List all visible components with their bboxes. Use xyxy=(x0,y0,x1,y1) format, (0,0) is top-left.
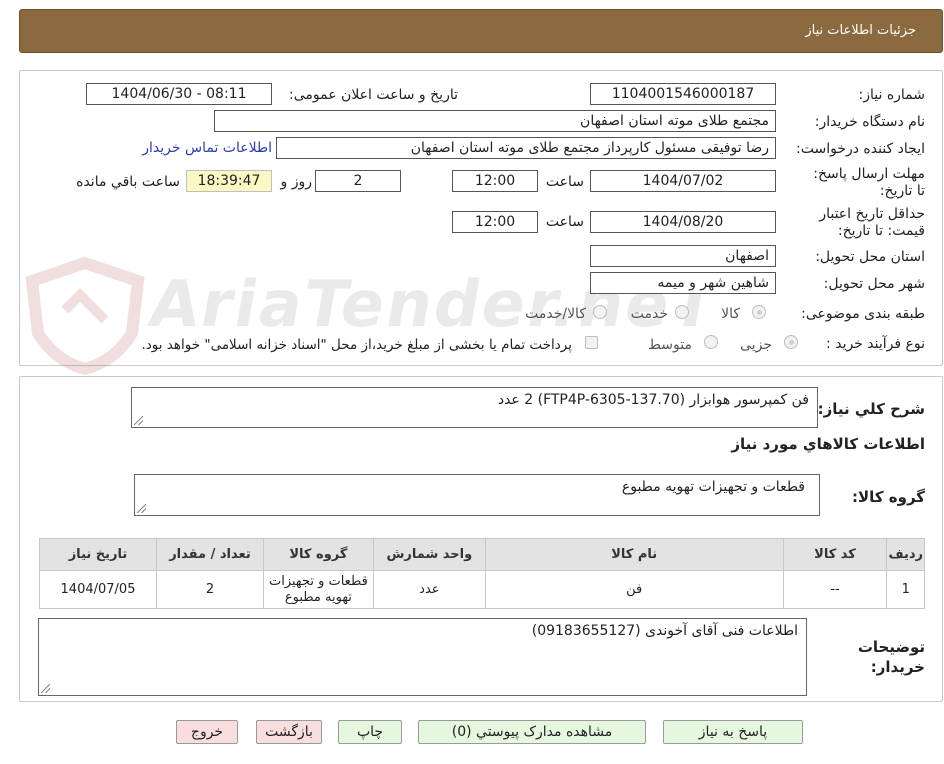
col-date-header: تاريخ نياز xyxy=(39,538,157,571)
days-label: روز و xyxy=(280,174,313,190)
items-table-container: رديف کد کالا نام کالا واحد شمارش گروه کا… xyxy=(39,538,925,609)
exit-button[interactable]: خروج xyxy=(176,720,238,744)
city-field: شاهین شهر و میمه xyxy=(590,272,776,294)
view-attachments-button[interactable]: مشاهده مدارک پيوستي (0) xyxy=(418,720,646,744)
process-label: نوع فرآیند خرید : xyxy=(826,336,925,352)
remaining-time-field: 18:39:47 xyxy=(186,170,272,192)
category-label: طبقه بندی موضوعی: xyxy=(801,306,925,322)
announce-date-field: 1404/06/30 - 08:11 xyxy=(86,83,272,105)
category-service-radio[interactable] xyxy=(675,305,689,319)
col-unit-header: واحد شمارش xyxy=(372,538,486,571)
buyer-org-field: مجتمع طلای موته استان اصفهان xyxy=(214,110,776,132)
treasury-payment-note: پرداخت تمام یا بخشی از مبلغ خرید،از محل … xyxy=(141,337,572,353)
col-code-header: کد کالا xyxy=(782,538,888,571)
validity-time-label: ساعت xyxy=(545,214,584,230)
description-text: فن کمپرسور هوابزار (FTP4P-6305-137.70) 2… xyxy=(497,392,809,408)
cell-group: قطعات و تجهیزات تهویه مطبوع xyxy=(262,570,374,609)
cell-date: 1404/07/05 xyxy=(39,570,157,609)
table-row: 1 -- فن عدد قطعات و تجهیزات تهویه مطبوع … xyxy=(39,570,925,609)
category-service-label: خدمت xyxy=(630,306,668,322)
category-goods-service-radio[interactable] xyxy=(593,305,607,319)
announce-date-label: تاریخ و ساعت اعلان عمومی: xyxy=(289,87,458,103)
process-medium-radio[interactable] xyxy=(704,335,718,349)
remaining-label: ساعت باقي مانده xyxy=(76,174,180,190)
buyer-notes-label: توضیحات خریدار: xyxy=(857,638,925,676)
process-medium-label: متوسط xyxy=(648,337,692,353)
resize-grip-icon[interactable] xyxy=(137,504,146,513)
reply-button[interactable]: پاسخ به نياز xyxy=(663,720,803,744)
category-goods-radio[interactable] xyxy=(752,305,766,319)
cell-unit: عدد xyxy=(372,570,486,609)
page-title: جزئیات اطلاعات نیاز xyxy=(805,23,916,38)
buyer-contact-link[interactable]: اطلاعات تماس خریدار xyxy=(142,140,272,156)
cell-code: -- xyxy=(782,570,888,609)
province-field: اصفهان xyxy=(590,245,776,267)
buyer-org-label: نام دستگاه خریدار: xyxy=(814,114,925,130)
col-qty-header: تعداد / مقدار xyxy=(156,538,264,571)
cell-name: فن xyxy=(484,570,784,609)
resize-grip-icon[interactable] xyxy=(41,684,50,693)
deadline-label: مهلت ارسال پاسخ: تا تاریخ: xyxy=(813,166,925,199)
validity-label: حداقل تاریخ اعتبار قیمت: تا تاریخ: xyxy=(819,206,925,239)
buyer-notes-textarea[interactable]: اطلاعات فنی آقای آخوندی (09183655127) xyxy=(38,618,807,696)
goods-group-textarea[interactable]: قطعات و تجهیزات تهویه مطبوع xyxy=(134,474,820,516)
process-minor-radio[interactable] xyxy=(784,335,798,349)
resize-grip-icon[interactable] xyxy=(134,416,143,425)
cell-qty: 2 xyxy=(156,570,264,609)
need-number-label: شماره نیاز: xyxy=(858,87,926,103)
items-table: رديف کد کالا نام کالا واحد شمارش گروه کا… xyxy=(39,538,925,609)
category-goods-label: کالا xyxy=(721,306,740,322)
goods-info-heading: اطلاعات کالاهاي مورد نياز xyxy=(731,435,925,453)
cell-row: 1 xyxy=(886,570,925,609)
validity-time-field: 12:00 xyxy=(452,211,538,233)
buyer-notes-text: اطلاعات فنی آقای آخوندی (09183655127) xyxy=(531,623,798,639)
treasury-payment-checkbox[interactable] xyxy=(585,336,598,349)
process-minor-label: جزیی xyxy=(740,337,772,353)
deadline-time-label: ساعت xyxy=(545,174,584,190)
description-label: شرح کلي نياز: xyxy=(817,400,925,418)
description-textarea[interactable]: فن کمپرسور هوابزار (FTP4P-6305-137.70) 2… xyxy=(131,387,818,428)
page-header: جزئیات اطلاعات نیاز xyxy=(19,9,943,53)
province-label: استان محل تحویل: xyxy=(815,249,925,265)
back-button[interactable]: بازگشت xyxy=(256,720,322,744)
requester-label: ایجاد کننده درخواست: xyxy=(796,141,925,157)
validity-date-field: 1404/08/20 xyxy=(590,211,776,233)
category-goods-service-label: کالا/خدمت xyxy=(525,306,586,322)
remaining-days-field: 2 xyxy=(315,170,401,192)
deadline-time-field: 12:00 xyxy=(452,170,538,192)
col-name-header: نام کالا xyxy=(484,538,784,571)
shield-icon xyxy=(25,256,145,376)
need-number-field: 1104001546000187 xyxy=(590,83,776,105)
col-group-header: گروه کالا xyxy=(262,538,374,571)
col-row-header: رديف xyxy=(886,538,925,571)
print-button[interactable]: چاپ xyxy=(338,720,402,744)
watermark-logo xyxy=(20,255,150,376)
deadline-date-field: 1404/07/02 xyxy=(590,170,776,192)
table-header-row: رديف کد کالا نام کالا واحد شمارش گروه کا… xyxy=(39,538,925,571)
goods-group-label: گروه کالا: xyxy=(852,488,925,506)
goods-group-text: قطعات و تجهیزات تهویه مطبوع xyxy=(621,479,805,495)
requester-field: رضا توفیقی مسئول کارپرداز مجتمع طلای موت… xyxy=(276,137,776,159)
city-label: شهر محل تحویل: xyxy=(823,276,925,292)
